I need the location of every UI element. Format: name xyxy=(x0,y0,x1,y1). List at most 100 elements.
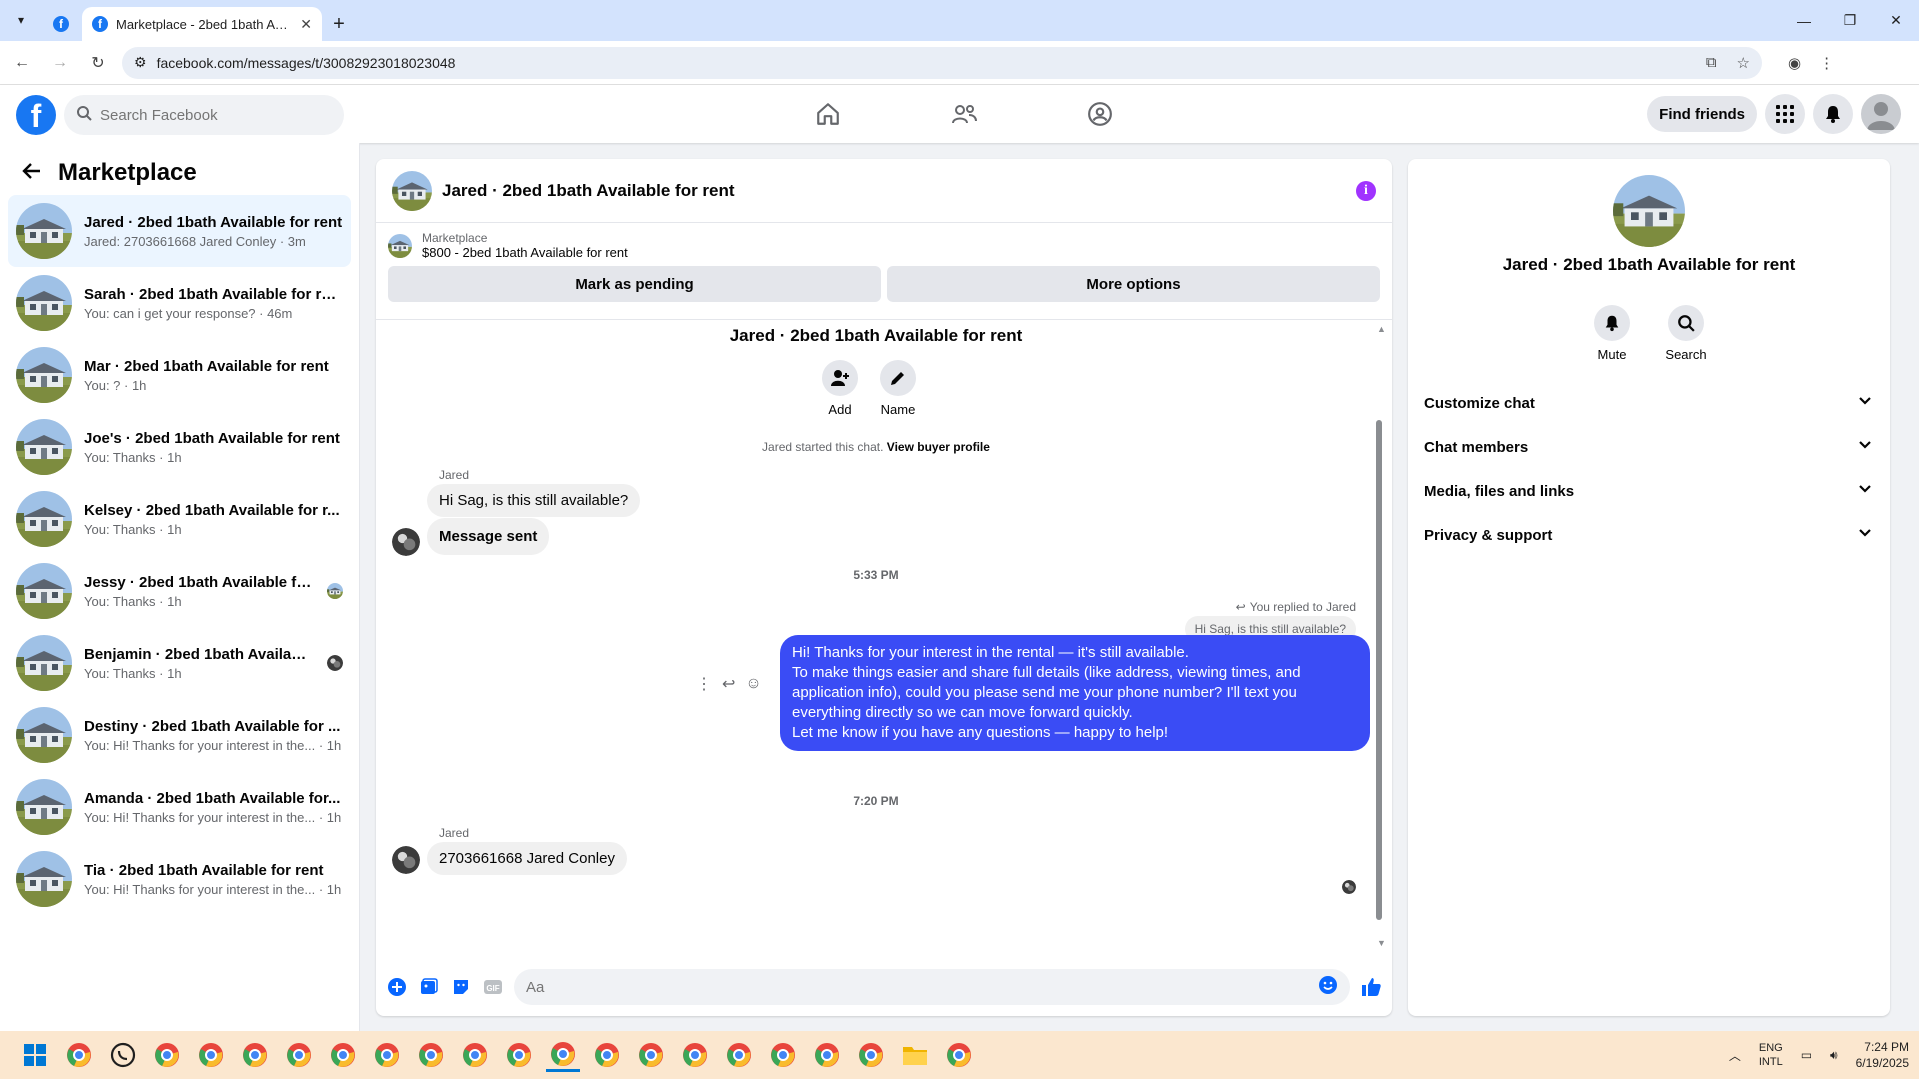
volume-icon[interactable]: 🔊︎ xyxy=(1830,1048,1838,1063)
account-avatar[interactable] xyxy=(1861,94,1901,134)
chrome-profile-icon[interactable] xyxy=(502,1038,536,1072)
browser-menu-icon[interactable]: ⋮ xyxy=(1819,54,1834,72)
home-icon[interactable] xyxy=(760,85,896,143)
back-arrow-icon[interactable] xyxy=(22,161,42,186)
chrome-profile-icon[interactable] xyxy=(942,1038,976,1072)
more-options-button[interactable]: More options xyxy=(887,266,1380,302)
language-indicator[interactable]: ENG INTL xyxy=(1759,1041,1783,1069)
chrome-profile-icon[interactable] xyxy=(678,1038,712,1072)
plus-circle-icon[interactable] xyxy=(386,976,408,998)
clock[interactable]: 7:24 PM 6/19/2025 xyxy=(1856,1039,1909,1071)
message-thread[interactable]: ▲ ▼ Jared · 2bed 1bath Available for ren… xyxy=(376,319,1392,959)
chrome-profile-icon[interactable] xyxy=(634,1038,668,1072)
facebook-search[interactable] xyxy=(64,95,344,135)
notifications-bell-icon[interactable] xyxy=(1813,94,1853,134)
chat-thumbnail[interactable] xyxy=(392,171,432,211)
message-input-field[interactable] xyxy=(514,969,1350,1005)
reload-icon[interactable]: ↻ xyxy=(82,47,114,79)
search-input[interactable] xyxy=(100,106,320,124)
chrome-profile-icon[interactable] xyxy=(810,1038,844,1072)
minimize-icon[interactable]: — xyxy=(1781,0,1827,41)
conversation-item[interactable]: Jared · 2bed 1bath Available for rent Jar… xyxy=(8,195,351,267)
mark-as-pending-button[interactable]: Mark as pending xyxy=(388,266,881,302)
photo-icon[interactable] xyxy=(418,976,440,998)
conversation-item[interactable]: Benjamin · 2bed 1bath Available... You: T… xyxy=(8,627,351,699)
reply-icon[interactable]: ↩ xyxy=(722,674,735,694)
active-tab[interactable]: f Marketplace - 2bed 1bath Available for… xyxy=(82,7,322,41)
new-tab-plus-icon[interactable]: + xyxy=(322,7,356,41)
chrome-profile-icon[interactable] xyxy=(194,1038,228,1072)
more-actions-icon[interactable]: ⋮ xyxy=(696,674,712,694)
friends-icon[interactable] xyxy=(896,85,1032,143)
incoming-message-sent-card[interactable]: Message sent xyxy=(427,518,550,555)
profile-icon[interactable]: ◉ xyxy=(1788,54,1801,72)
thumbs-up-icon[interactable] xyxy=(1360,976,1382,998)
chrome-profile-icon[interactable] xyxy=(238,1038,272,1072)
conversation-item[interactable]: Destiny · 2bed 1bath Available for ... Yo… xyxy=(8,699,351,771)
message-input[interactable] xyxy=(526,978,1318,996)
sticker-icon[interactable] xyxy=(450,976,472,998)
tab-search-chevron-icon[interactable]: ▾ xyxy=(6,5,36,35)
edit-name-button[interactable] xyxy=(880,360,916,396)
mute-action[interactable]: Mute xyxy=(1593,305,1631,362)
site-info-icon[interactable]: ⚙ xyxy=(134,54,147,71)
tab-close-icon[interactable]: ✕ xyxy=(300,16,312,33)
incoming-message[interactable]: 2703661668 Jared Conley xyxy=(427,842,627,875)
scroll-up-icon[interactable]: ▲ xyxy=(1377,324,1386,334)
chrome-profile-icon[interactable] xyxy=(150,1038,184,1072)
sender-avatar[interactable] xyxy=(392,528,420,556)
windows-start-icon[interactable] xyxy=(18,1038,52,1072)
groups-icon[interactable] xyxy=(1032,85,1168,143)
search-icon[interactable] xyxy=(1668,305,1704,341)
bookmark-star-icon[interactable]: ☆ xyxy=(1737,54,1750,72)
omnibox[interactable]: ⚙ facebook.com/messages/t/30082923018023… xyxy=(122,46,1762,79)
chrome-profile-icon[interactable] xyxy=(282,1038,316,1072)
conversation-item[interactable]: Amanda · 2bed 1bath Available for... You:… xyxy=(8,771,351,843)
info-icon[interactable]: i xyxy=(1356,180,1376,201)
chrome-active-icon[interactable] xyxy=(546,1038,580,1072)
conversation-item[interactable]: Sarah · 2bed 1bath Available for rent You… xyxy=(8,267,351,339)
mute-bell-icon[interactable] xyxy=(1594,305,1630,341)
scroll-down-icon[interactable]: ▼ xyxy=(1377,938,1386,948)
whatsapp-icon[interactable] xyxy=(106,1038,140,1072)
menu-grid-icon[interactable] xyxy=(1765,94,1805,134)
file-explorer-icon[interactable] xyxy=(898,1038,932,1072)
listing-large-thumbnail[interactable] xyxy=(1613,175,1685,247)
conversation-item[interactable]: Joe's · 2bed 1bath Available for rent You… xyxy=(8,411,351,483)
listing-price[interactable]: $800 - 2bed 1bath Available for rent xyxy=(422,245,628,260)
chrome-profile-icon[interactable] xyxy=(414,1038,448,1072)
chrome-profile-icon[interactable] xyxy=(854,1038,888,1072)
gif-icon[interactable]: GIF xyxy=(482,976,504,998)
chat-title[interactable]: Jared · 2bed 1bath Available for rent xyxy=(442,181,1346,201)
search-action[interactable]: Search xyxy=(1665,305,1707,362)
network-icon[interactable]: ▭ xyxy=(1801,1048,1812,1062)
conversation-item[interactable]: Jessy · 2bed 1bath Available for ... You:… xyxy=(8,555,351,627)
chrome-profile-icon[interactable] xyxy=(326,1038,360,1072)
outgoing-message[interactable]: Hi! Thanks for your interest in the rent… xyxy=(780,635,1370,751)
media-files-links-item[interactable]: Media, files and links xyxy=(1416,469,1882,513)
pinned-facebook-tab[interactable]: f xyxy=(40,7,82,41)
back-arrow-icon[interactable]: ← xyxy=(6,47,38,79)
privacy-support-item[interactable]: Privacy & support xyxy=(1416,513,1882,557)
conversation-item[interactable]: Mar · 2bed 1bath Available for rent You: … xyxy=(8,339,351,411)
chrome-profile-icon[interactable] xyxy=(458,1038,492,1072)
add-person-button[interactable] xyxy=(822,360,858,396)
chrome-profile-icon[interactable] xyxy=(62,1038,96,1072)
chrome-profile-icon[interactable] xyxy=(766,1038,800,1072)
window-close-icon[interactable]: ✕ xyxy=(1873,0,1919,41)
show-hidden-icons-chevron-icon[interactable]: ︿ xyxy=(1729,1047,1741,1064)
customize-chat-item[interactable]: Customize chat xyxy=(1416,381,1882,425)
install-app-icon[interactable]: ⧉ xyxy=(1706,54,1717,72)
scrollbar-thumb[interactable] xyxy=(1376,420,1382,920)
chrome-profile-icon[interactable] xyxy=(370,1038,404,1072)
forward-arrow-icon[interactable]: → xyxy=(44,47,76,79)
incoming-message[interactable]: Hi Sag, is this still available? xyxy=(427,484,641,517)
find-friends-button[interactable]: Find friends xyxy=(1647,96,1757,132)
conversation-item[interactable]: Tia · 2bed 1bath Available for rent You: … xyxy=(8,843,351,915)
chat-members-item[interactable]: Chat members xyxy=(1416,425,1882,469)
chrome-profile-icon[interactable] xyxy=(590,1038,624,1072)
facebook-logo[interactable]: f xyxy=(16,95,56,135)
view-buyer-profile-link[interactable]: View buyer profile xyxy=(887,440,990,454)
emoji-icon[interactable] xyxy=(1318,975,1338,1000)
react-emoji-icon[interactable]: ☺ xyxy=(745,675,761,693)
